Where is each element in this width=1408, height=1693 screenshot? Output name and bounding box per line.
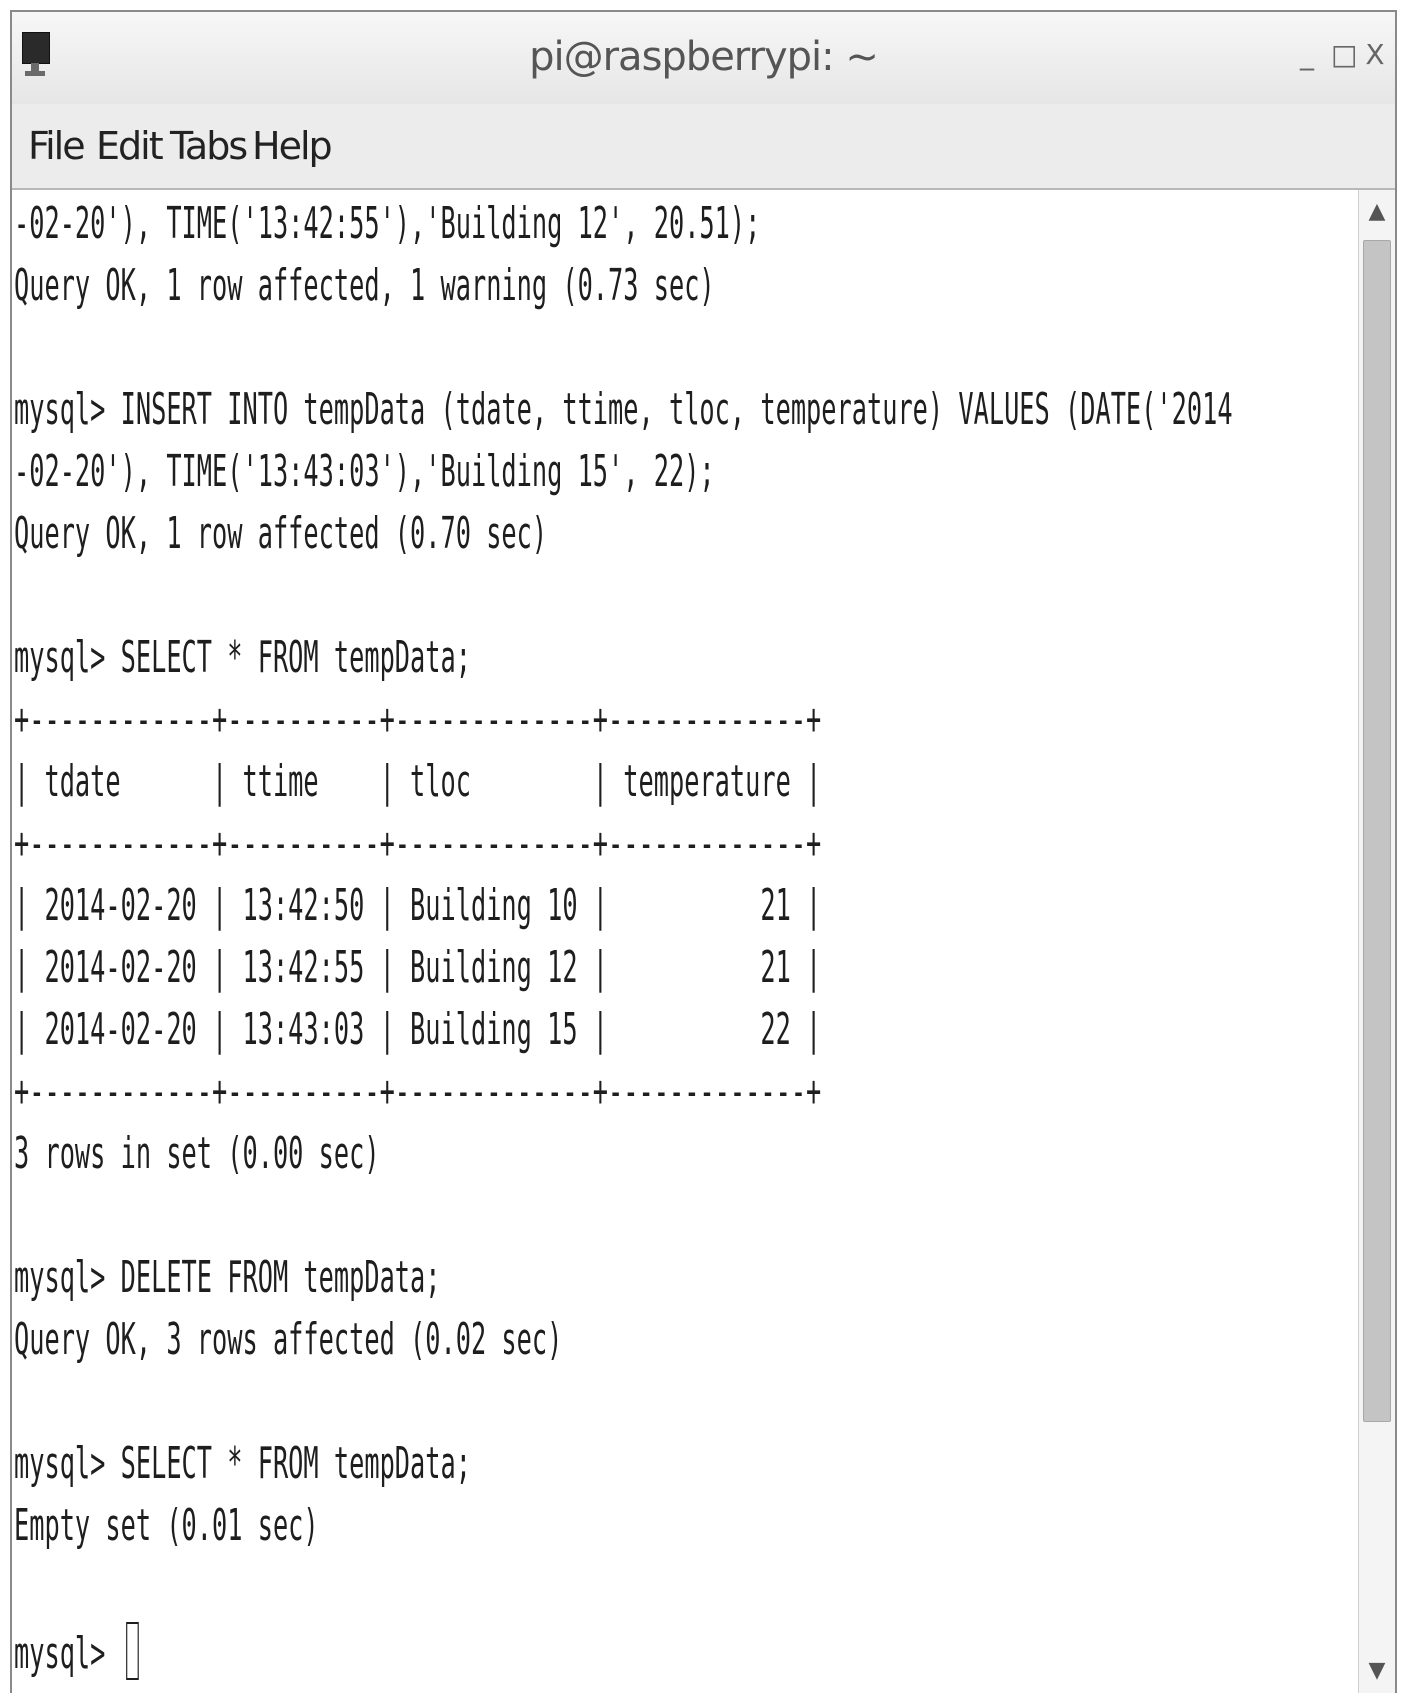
table-border-line: +------------+----------+-------------+-… [14,818,822,869]
menu-edit[interactable]: Edit [96,124,164,168]
table-border-line: +------------+----------+-------------+-… [14,694,822,745]
menu-help[interactable]: Help [252,124,333,168]
terminal-line: mysql> SELECT * FROM tempData; [14,1438,471,1489]
prompt-line[interactable]: mysql> [14,1622,140,1682]
menu-file[interactable]: File [28,124,86,168]
table-header-row: | tdate | ttime | tloc | temperature | [14,756,822,807]
terminal-line: Query OK, 1 row affected, 1 warning (0.7… [14,260,715,311]
minimize-button[interactable]: _ [1297,40,1317,70]
terminal-line: Query OK, 1 row affected (0.70 sec) [14,508,548,559]
scroll-up-arrow-icon[interactable]: ▲ [1359,190,1395,234]
mysql-prompt: mysql> [14,1628,121,1679]
maximize-button[interactable]: □ [1331,40,1357,70]
table-border-line: +------------+----------+-------------+-… [14,1066,822,1117]
title-bar[interactable]: pi@raspberrypi: ~ _ □ X [12,12,1395,105]
scroll-thumb[interactable] [1363,240,1391,1422]
window-controls: _ □ X [1297,40,1385,70]
table-row: | 2014-02-20 | 13:42:55 | Building 12 | … [14,942,822,993]
window-title: pi@raspberrypi: ~ [529,34,879,80]
menu-tabs[interactable]: Tabs [170,124,248,168]
vertical-scrollbar[interactable]: ▲ ▼ [1358,190,1395,1693]
close-button[interactable]: X [1365,40,1385,70]
terminal-line: -02-20'), TIME('13:42:55'),'Building 12'… [14,198,761,249]
menu-bar: File Edit Tabs Help [12,104,1395,190]
terminal-line: mysql> SELECT * FROM tempData; [14,632,471,683]
terminal-window: pi@raspberrypi: ~ _ □ X File Edit Tabs H… [10,10,1397,1693]
terminal-line: mysql> INSERT INTO tempData (tdate, ttim… [14,384,1233,435]
terminal-line: 3 rows in set (0.00 sec) [14,1128,380,1179]
terminal-line: Empty set (0.01 sec) [14,1500,319,1551]
table-row: | 2014-02-20 | 13:43:03 | Building 15 | … [14,1004,822,1055]
table-row: | 2014-02-20 | 13:42:50 | Building 10 | … [14,880,822,931]
terminal-output[interactable]: -02-20'), TIME('13:42:55'),'Building 12'… [12,190,1359,1693]
terminal-line: mysql> DELETE FROM tempData; [14,1252,441,1303]
terminal-line: Query OK, 3 rows affected (0.02 sec) [14,1314,563,1365]
scroll-down-arrow-icon[interactable]: ▼ [1359,1649,1395,1693]
terminal-line: -02-20'), TIME('13:43:03'),'Building 15'… [14,446,715,497]
text-cursor [126,1622,140,1680]
